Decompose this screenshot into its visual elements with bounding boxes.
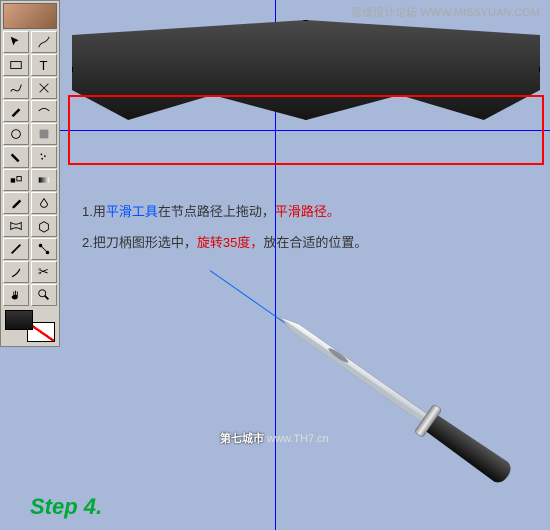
instruction-1: 1.用平滑工具在节点路径上拖动，平滑路径。 — [82, 200, 540, 225]
pencil-tool[interactable] — [3, 100, 29, 122]
scissors-tool[interactable]: ✂ — [31, 261, 57, 283]
paint-tool[interactable] — [3, 146, 29, 168]
gradient-tool[interactable] — [31, 169, 57, 191]
toolbox-header-image — [3, 3, 57, 29]
watermark-middle: 第七城市 www.TH7.cn — [220, 430, 329, 446]
outline-tool[interactable] — [3, 238, 29, 260]
dropper-tool[interactable] — [3, 192, 29, 214]
transparency-tool[interactable] — [31, 192, 57, 214]
bezier-tool[interactable] — [3, 77, 29, 99]
toolbox: T ✂ — [0, 0, 60, 347]
connector-tool[interactable] — [31, 238, 57, 260]
edit-tool[interactable] — [31, 77, 57, 99]
extrude-tool[interactable] — [31, 215, 57, 237]
instructions: 1.用平滑工具在节点路径上拖动，平滑路径。 2.把刀柄图形选中，旋转35度，放在… — [82, 200, 540, 255]
envelope-tool[interactable] — [3, 215, 29, 237]
freehand-tool[interactable] — [31, 31, 57, 53]
fg-color[interactable] — [5, 310, 33, 330]
color-swatch[interactable] — [3, 308, 57, 344]
step-label: Step 4. — [30, 494, 102, 520]
color-tool[interactable] — [31, 123, 57, 145]
spiral-tool[interactable] — [3, 123, 29, 145]
hand-tool[interactable] — [3, 284, 29, 306]
zoom-tool[interactable] — [31, 284, 57, 306]
canvas-shape-area[interactable] — [72, 20, 540, 180]
highlight-rectangle — [68, 95, 544, 165]
rectangle-tool[interactable] — [3, 54, 29, 76]
watermark-top: 思缘设计论坛 WWW.MISSYUAN.COM — [351, 4, 540, 20]
smooth-tool[interactable] — [31, 100, 57, 122]
blend-tool[interactable] — [3, 169, 29, 191]
knife-illustration — [200, 260, 540, 500]
instruction-2: 2.把刀柄图形选中，旋转35度，放在合适的位置。 — [82, 231, 540, 256]
knife-tool[interactable] — [3, 261, 29, 283]
spray-tool[interactable] — [31, 146, 57, 168]
pointer-tool[interactable] — [3, 31, 29, 53]
text-tool[interactable]: T — [31, 54, 57, 76]
